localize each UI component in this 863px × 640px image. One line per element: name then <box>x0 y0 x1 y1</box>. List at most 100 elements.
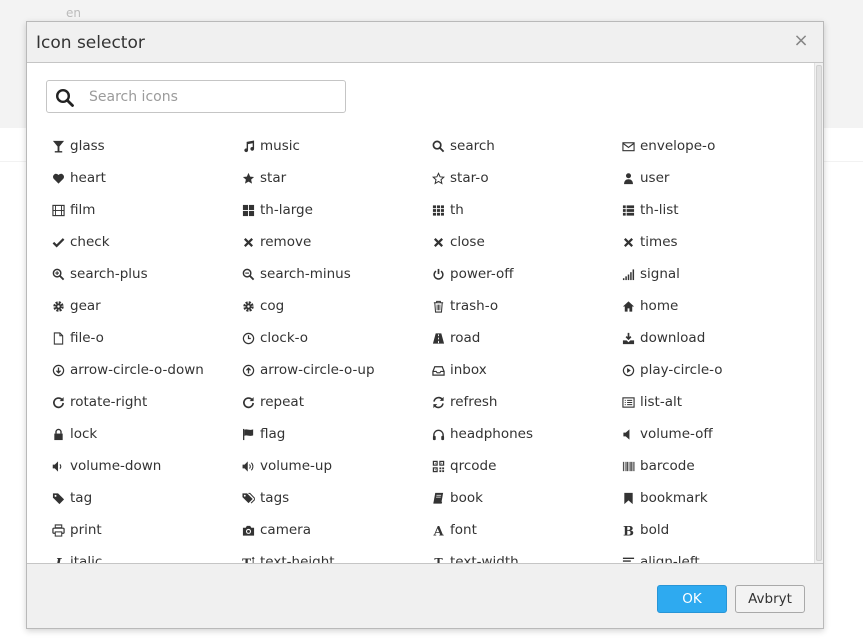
icon-option-star-o[interactable]: star-o <box>431 162 621 194</box>
th-list-icon <box>621 203 635 217</box>
icon-option-remove[interactable]: remove <box>241 226 431 258</box>
icon-option-glass[interactable]: glass <box>51 130 241 162</box>
music-icon <box>241 139 255 153</box>
icon-option-lock[interactable]: lock <box>51 418 241 450</box>
signal-icon <box>621 267 635 281</box>
icon-option-th-list[interactable]: th-list <box>621 194 811 226</box>
icon-option-clock-o[interactable]: clock-o <box>241 322 431 354</box>
icon-option-cog[interactable]: cog <box>241 290 431 322</box>
icon-option-envelope-o[interactable]: envelope-o <box>621 130 811 162</box>
icon-option-flag[interactable]: flag <box>241 418 431 450</box>
dialog-footer: OK Avbryt <box>27 563 823 628</box>
icon-option-trash-o[interactable]: trash-o <box>431 290 621 322</box>
bold-icon: B <box>621 523 635 537</box>
icon-option-label: search-minus <box>260 266 351 282</box>
icon-option-label: inbox <box>450 362 487 378</box>
icon-option-italic[interactable]: Iitalic <box>51 546 241 564</box>
icon-option-label: star-o <box>450 170 489 186</box>
icon-option-label: repeat <box>260 394 305 410</box>
icon-option-repeat[interactable]: repeat <box>241 386 431 418</box>
star-o-icon <box>431 171 445 185</box>
dialog-header: Icon selector × <box>27 22 823 63</box>
search-minus-icon <box>241 267 255 281</box>
repeat-icon <box>241 395 255 409</box>
scrollbar-thumb[interactable] <box>816 65 822 561</box>
scrollbar[interactable] <box>814 63 823 564</box>
file-o-icon <box>51 331 65 345</box>
icon-option-text-width[interactable]: Ttext-width <box>431 546 621 564</box>
icon-option-download[interactable]: download <box>621 322 811 354</box>
icon-option-search-plus[interactable]: search-plus <box>51 258 241 290</box>
icon-option-file-o[interactable]: file-o <box>51 322 241 354</box>
icon-option-label: gear <box>70 298 101 314</box>
icon-option-music[interactable]: music <box>241 130 431 162</box>
icon-option-align-left[interactable]: align-left <box>621 546 811 564</box>
barcode-icon <box>621 459 635 473</box>
icon-option-headphones[interactable]: headphones <box>431 418 621 450</box>
icon-option-user[interactable]: user <box>621 162 811 194</box>
icon-option-road[interactable]: road <box>431 322 621 354</box>
icon-option-volume-up[interactable]: volume-up <box>241 450 431 482</box>
icon-option-heart[interactable]: heart <box>51 162 241 194</box>
svg-text:A: A <box>432 524 444 536</box>
icon-option-label: camera <box>260 522 311 538</box>
icon-option-arrow-circle-o-up[interactable]: arrow-circle-o-up <box>241 354 431 386</box>
search-field[interactable] <box>46 80 346 113</box>
icon-option-times[interactable]: times <box>621 226 811 258</box>
close-icon <box>431 235 445 249</box>
icon-option-label: font <box>450 522 477 538</box>
check-icon <box>51 235 65 249</box>
volume-up-icon <box>241 459 255 473</box>
icon-option-refresh[interactable]: refresh <box>431 386 621 418</box>
language-label[interactable]: en <box>66 6 81 20</box>
icon-option-tags[interactable]: tags <box>241 482 431 514</box>
icon-option-film[interactable]: film <box>51 194 241 226</box>
icon-option-volume-off[interactable]: volume-off <box>621 418 811 450</box>
cancel-button[interactable]: Avbryt <box>735 585 805 613</box>
search-input[interactable] <box>89 85 329 108</box>
icon-option-label: print <box>70 522 102 538</box>
icon-option-arrow-circle-o-down[interactable]: arrow-circle-o-down <box>51 354 241 386</box>
font-icon: A <box>431 523 445 537</box>
icon-option-close[interactable]: close <box>431 226 621 258</box>
icon-option-bookmark[interactable]: bookmark <box>621 482 811 514</box>
icon-option-label: th <box>450 202 464 218</box>
icon-option-text-height[interactable]: Ttext-height <box>241 546 431 564</box>
icon-option-label: book <box>450 490 483 506</box>
icon-option-search-minus[interactable]: search-minus <box>241 258 431 290</box>
icon-option-list-alt[interactable]: list-alt <box>621 386 811 418</box>
icon-option-label: power-off <box>450 266 514 282</box>
icon-option-inbox[interactable]: inbox <box>431 354 621 386</box>
icon-option-print[interactable]: print <box>51 514 241 546</box>
icon-option-play-circle-o[interactable]: play-circle-o <box>621 354 811 386</box>
icon-option-book[interactable]: book <box>431 482 621 514</box>
icon-option-power-off[interactable]: power-off <box>431 258 621 290</box>
icon-option-label: headphones <box>450 426 533 442</box>
icon-option-qrcode[interactable]: qrcode <box>431 450 621 482</box>
icon-option-th[interactable]: th <box>431 194 621 226</box>
ok-button[interactable]: OK <box>657 585 727 613</box>
icon-option-tag[interactable]: tag <box>51 482 241 514</box>
icon-option-bold[interactable]: Bbold <box>621 514 811 546</box>
icon-option-label: download <box>640 330 706 346</box>
icon-option-search[interactable]: search <box>431 130 621 162</box>
icon-option-signal[interactable]: signal <box>621 258 811 290</box>
icon-option-star[interactable]: star <box>241 162 431 194</box>
icon-option-gear[interactable]: gear <box>51 290 241 322</box>
close-icon[interactable]: × <box>793 31 809 51</box>
icon-option-label: clock-o <box>260 330 309 346</box>
icon-option-label: search <box>450 138 495 154</box>
icon-option-camera[interactable]: camera <box>241 514 431 546</box>
icon-option-volume-down[interactable]: volume-down <box>51 450 241 482</box>
lock-icon <box>51 427 65 441</box>
remove-icon <box>241 235 255 249</box>
search-icon <box>55 88 74 107</box>
icon-option-home[interactable]: home <box>621 290 811 322</box>
icon-option-rotate-right[interactable]: rotate-right <box>51 386 241 418</box>
icon-option-barcode[interactable]: barcode <box>621 450 811 482</box>
icon-option-font[interactable]: Afont <box>431 514 621 546</box>
headphones-icon <box>431 427 445 441</box>
dialog-title: Icon selector <box>36 33 145 53</box>
icon-option-th-large[interactable]: th-large <box>241 194 431 226</box>
icon-option-check[interactable]: check <box>51 226 241 258</box>
